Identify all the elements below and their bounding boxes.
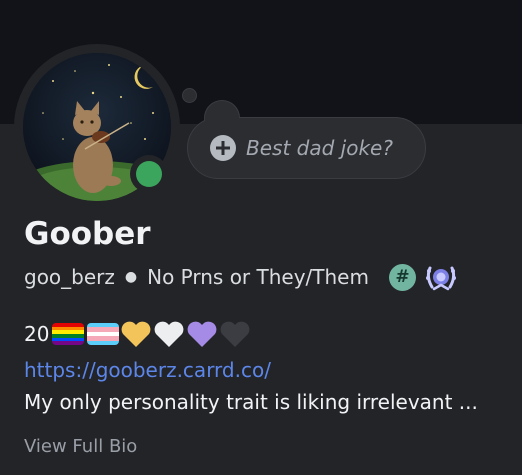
custom-status-placeholder: Best dad joke?: [246, 136, 393, 160]
laurel-badge-icon[interactable]: [424, 262, 458, 292]
trans-flag-icon: [87, 323, 120, 345]
view-full-bio-button[interactable]: View Full Bio: [24, 436, 137, 457]
age-text: 20: [24, 322, 50, 346]
online-status-icon: [136, 161, 162, 187]
black-heart-icon: [221, 321, 250, 347]
username-row: goo_berz ● No Prns or They/Them #: [24, 262, 458, 292]
purple-heart-icon: [188, 321, 217, 347]
thought-bubble-dot-small: [182, 88, 197, 103]
bio-text: My only personality trait is liking irre…: [24, 390, 478, 414]
yellow-heart-icon: [122, 321, 151, 347]
separator-dot: ●: [124, 269, 138, 285]
white-heart-icon: [155, 321, 184, 347]
bio-emoji-row: 20: [24, 320, 251, 348]
pronouns: No Prns or They/Them: [147, 265, 369, 289]
custom-status-bubble[interactable]: Best dad joke?: [187, 117, 426, 179]
bubble-join: [205, 116, 239, 122]
hashtag-badge-icon[interactable]: #: [388, 263, 416, 291]
add-status-icon: [210, 135, 236, 161]
username[interactable]: goo_berz: [24, 265, 115, 289]
display-name: Goober: [24, 216, 151, 252]
profile-link[interactable]: https://gooberz.carrd.co/: [24, 358, 271, 382]
rainbow-flag-icon: [52, 323, 85, 345]
